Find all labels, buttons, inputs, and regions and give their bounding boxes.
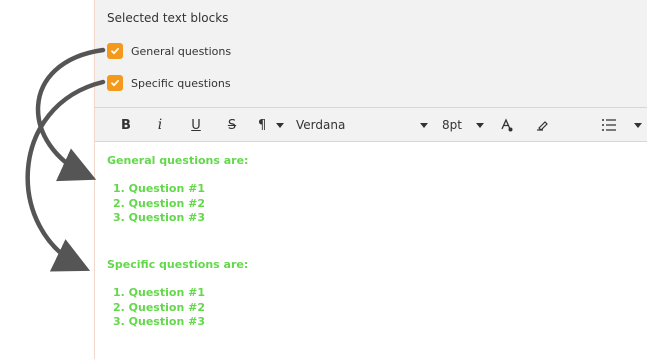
bold-button[interactable]: B <box>119 116 133 134</box>
stage: Selected text blocks General questions S… <box>0 0 647 359</box>
block-heading: General questions are: <box>107 154 249 167</box>
specific-block-arrow <box>25 79 106 272</box>
list-button[interactable] <box>601 116 617 134</box>
specific-questions-label: Specific questions <box>131 76 231 90</box>
chevron-down-icon <box>634 122 642 128</box>
question-list: 1. Question #1 2. Question #2 3. Questio… <box>107 286 627 330</box>
specific-questions-block: Specific questions are: 1. Question #1 2… <box>107 258 627 359</box>
section-title: Selected text blocks <box>107 11 229 25</box>
list-item: 1. Question #1 <box>113 286 205 299</box>
checkbox-row-general[interactable]: General questions <box>107 42 231 60</box>
list-icon <box>602 119 616 131</box>
checkbox-row-specific[interactable]: Specific questions <box>107 74 231 92</box>
selected-blocks-section: Selected text blocks General questions S… <box>95 0 647 107</box>
editor-toolbar: B i U S ¶ Verdana 8pt <box>95 107 647 142</box>
list-dropdown[interactable] <box>633 116 643 134</box>
editor-content[interactable]: General questions are: 1. Question #1 2.… <box>107 154 627 359</box>
general-questions-block: General questions are: 1. Question #1 2.… <box>107 154 627 258</box>
checkmark-icon <box>111 79 119 87</box>
font-family-value: Verdana <box>296 118 346 132</box>
underline-button[interactable]: U <box>189 116 203 134</box>
general-questions-label: General questions <box>131 44 232 58</box>
text-block-panel: Selected text blocks General questions S… <box>94 0 647 359</box>
font-size-value: 8pt <box>442 118 462 132</box>
block-heading: Specific questions are: <box>107 258 249 271</box>
specific-questions-checkbox[interactable] <box>107 75 123 91</box>
list-item: 2. Question #2 <box>113 196 205 210</box>
strikethrough-button[interactable]: S <box>225 116 239 134</box>
list-item: 2. Question #2 <box>113 300 205 314</box>
font-size-select[interactable]: 8pt <box>442 116 484 134</box>
general-questions-checkbox[interactable] <box>107 43 123 59</box>
text-color-button[interactable] <box>499 116 515 134</box>
list-item: 3. Question #3 <box>113 315 205 328</box>
chevron-down-icon <box>476 122 484 128</box>
highlight-button[interactable] <box>535 116 551 134</box>
chevron-down-icon <box>276 122 284 128</box>
chevron-down-icon <box>420 122 428 128</box>
highlight-icon <box>537 121 548 131</box>
paragraph-dropdown[interactable]: ¶ <box>258 116 284 134</box>
text-color-icon <box>501 118 513 132</box>
question-list: 1. Question #1 2. Question #2 3. Questio… <box>107 182 627 226</box>
list-item: 3. Question #3 <box>113 211 205 224</box>
checkmark-icon <box>111 47 119 55</box>
list-item: 1. Question #1 <box>113 182 205 195</box>
italic-button[interactable]: i <box>155 116 165 134</box>
font-family-select[interactable]: Verdana <box>296 116 428 134</box>
paragraph-icon: ¶ <box>258 117 267 133</box>
